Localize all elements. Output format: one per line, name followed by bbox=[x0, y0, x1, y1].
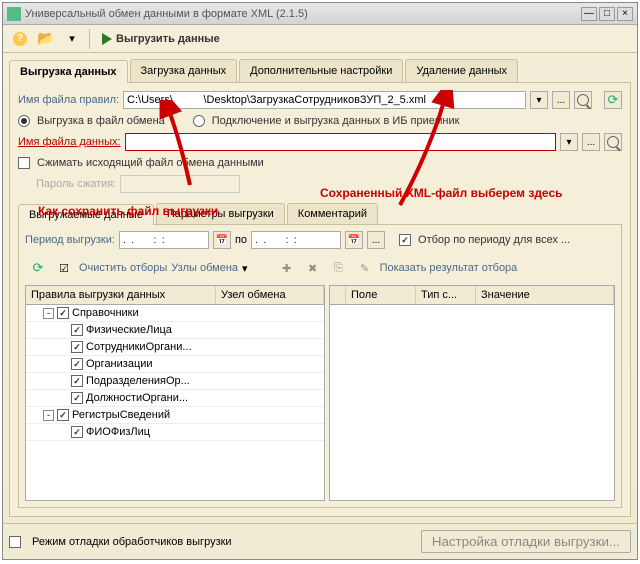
data-browse-button[interactable]: ... bbox=[582, 133, 600, 151]
tree-checkbox[interactable] bbox=[57, 409, 69, 421]
tree-toggle-icon[interactable]: - bbox=[43, 410, 54, 421]
period-filter-label: Отбор по периоду для всех ... bbox=[418, 234, 570, 246]
data-file-label: Имя файла данных: bbox=[18, 136, 121, 148]
tree-row[interactable]: - РегистрыСведений bbox=[26, 407, 324, 424]
tree-label: Организации bbox=[86, 358, 153, 370]
col-rules: Правила выгрузки данных bbox=[26, 286, 216, 304]
rules-browse-button[interactable]: ... bbox=[552, 91, 570, 109]
remove-icon[interactable]: ✖ bbox=[302, 257, 324, 279]
edit-icon[interactable]: ✎ bbox=[354, 257, 376, 279]
subtab-data[interactable]: Выгружаемые данные bbox=[18, 204, 154, 225]
sub-tabs: Выгружаемые данные Параметры выгрузки Ко… bbox=[18, 203, 622, 225]
window-title: Универсальный обмен данными в формате XM… bbox=[25, 8, 581, 20]
clear-filters-link[interactable]: Очистить отборы bbox=[79, 262, 167, 274]
rules-dropdown-icon[interactable]: ▾ bbox=[530, 91, 548, 109]
tree-row[interactable]: ФизическиеЛица bbox=[26, 322, 324, 339]
tree-checkbox[interactable] bbox=[71, 358, 83, 370]
period-from-cal-icon[interactable]: 📅 bbox=[213, 231, 231, 249]
titlebar: Универсальный обмен данными в формате XM… bbox=[3, 3, 637, 25]
export-action-button[interactable]: Выгрузить данные bbox=[96, 31, 226, 47]
compress-label: Сжимать исходящий файл обмена данными bbox=[37, 157, 264, 169]
close-button[interactable]: × bbox=[617, 7, 633, 21]
toolbar: ? 📂 ▾ Выгрузить данные bbox=[3, 25, 637, 53]
app-icon bbox=[7, 7, 21, 21]
password-input[interactable] bbox=[120, 175, 240, 193]
play-icon bbox=[102, 33, 112, 45]
tree-row[interactable]: СотрудникиОргани... bbox=[26, 339, 324, 356]
tree-checkbox[interactable] bbox=[71, 392, 83, 404]
nodes-link[interactable]: Узлы обмена bbox=[171, 262, 238, 274]
subtab-comment[interactable]: Комментарий bbox=[287, 203, 378, 224]
radio-file-mode[interactable] bbox=[18, 115, 30, 127]
tree-checkbox[interactable] bbox=[71, 341, 83, 353]
rules-tree-grid[interactable]: Правила выгрузки данных Узел обмена - Спр… bbox=[25, 285, 325, 501]
add-icon[interactable]: ✚ bbox=[276, 257, 298, 279]
tree-label: ФИОФизЛиц bbox=[86, 426, 150, 438]
tab-import[interactable]: Загрузка данных bbox=[130, 59, 238, 82]
tree-label: ФизическиеЛица bbox=[86, 324, 172, 336]
debug-label: Режим отладки обработчиков выгрузки bbox=[32, 536, 232, 548]
tree-row[interactable]: - Справочники bbox=[26, 305, 324, 322]
col-node: Узел обмена bbox=[216, 286, 324, 304]
period-sep: по bbox=[235, 234, 247, 246]
tree-label: Справочники bbox=[72, 307, 139, 319]
period-label: Период выгрузки: bbox=[25, 234, 115, 246]
tree-toggle-icon[interactable]: - bbox=[43, 308, 54, 319]
tree-row[interactable]: ДолжностиОргани... bbox=[26, 390, 324, 407]
tree-label: СотрудникиОргани... bbox=[86, 341, 192, 353]
data-dropdown-icon[interactable]: ▾ bbox=[560, 133, 578, 151]
tree-row[interactable]: Организации bbox=[26, 356, 324, 373]
rules-search-icon[interactable] bbox=[574, 91, 592, 109]
tree-checkbox[interactable] bbox=[71, 324, 83, 336]
rules-file-input[interactable] bbox=[123, 91, 526, 109]
minimize-button[interactable]: — bbox=[581, 7, 597, 21]
debug-checkbox[interactable] bbox=[9, 536, 21, 548]
radio-file-label: Выгрузка в файл обмена bbox=[37, 115, 165, 127]
password-label: Пароль сжатия: bbox=[36, 178, 116, 190]
period-from-input[interactable] bbox=[119, 231, 209, 249]
clone-icon[interactable]: ⎘ bbox=[328, 257, 350, 279]
checkall-icon[interactable]: ☑ bbox=[53, 257, 75, 279]
dropdown-icon[interactable]: ▾ bbox=[61, 28, 83, 50]
export-label: Выгрузить данные bbox=[116, 33, 220, 45]
tree-label: РегистрыСведений bbox=[72, 409, 170, 421]
tree-checkbox[interactable] bbox=[71, 426, 83, 438]
debug-settings-button[interactable]: Настройка отладки выгрузки... bbox=[421, 530, 631, 553]
maximize-button[interactable]: □ bbox=[599, 7, 615, 21]
rules-file-label: Имя файла правил: bbox=[18, 94, 119, 106]
tree-checkbox[interactable] bbox=[57, 307, 69, 319]
col-field: Поле bbox=[346, 286, 416, 304]
radio-db-label: Подключение и выгрузка данных в ИБ прием… bbox=[212, 115, 460, 127]
subtab-params[interactable]: Параметры выгрузки bbox=[156, 203, 285, 224]
tree-label: ПодразделенияОр... bbox=[86, 375, 190, 387]
help-icon[interactable]: ? bbox=[9, 28, 31, 50]
period-to-input[interactable] bbox=[251, 231, 341, 249]
data-file-input[interactable] bbox=[125, 133, 556, 151]
show-result-link[interactable]: Показать результат отбора bbox=[380, 262, 518, 274]
tree-checkbox[interactable] bbox=[71, 375, 83, 387]
col-value: Значение bbox=[476, 286, 614, 304]
filter-grid[interactable]: Поле Тип с... Значение bbox=[329, 285, 615, 501]
tab-export[interactable]: Выгрузка данных bbox=[9, 60, 128, 83]
period-to-cal-icon[interactable]: 📅 bbox=[345, 231, 363, 249]
radio-db-mode[interactable] bbox=[193, 115, 205, 127]
period-filter-checkbox[interactable] bbox=[399, 234, 411, 246]
tree-row[interactable]: ПодразделенияОр... bbox=[26, 373, 324, 390]
data-search-icon[interactable] bbox=[604, 133, 622, 151]
tab-delete[interactable]: Удаление данных bbox=[405, 59, 518, 82]
tree-row[interactable]: ФИОФизЛиц bbox=[26, 424, 324, 441]
col-type: Тип с... bbox=[416, 286, 476, 304]
period-select-button[interactable]: ... bbox=[367, 231, 385, 249]
tree-label: ДолжностиОргани... bbox=[86, 392, 188, 404]
compress-checkbox[interactable] bbox=[18, 157, 30, 169]
tab-settings[interactable]: Дополнительные настройки bbox=[239, 59, 403, 82]
col-blank bbox=[330, 286, 346, 304]
refresh-grid-icon[interactable]: ⟳ bbox=[27, 257, 49, 279]
open-file-icon[interactable]: 📂 bbox=[35, 28, 57, 50]
rules-refresh-icon[interactable]: ⟳ bbox=[604, 91, 622, 109]
main-tabs: Выгрузка данных Загрузка данных Дополнит… bbox=[9, 59, 631, 83]
